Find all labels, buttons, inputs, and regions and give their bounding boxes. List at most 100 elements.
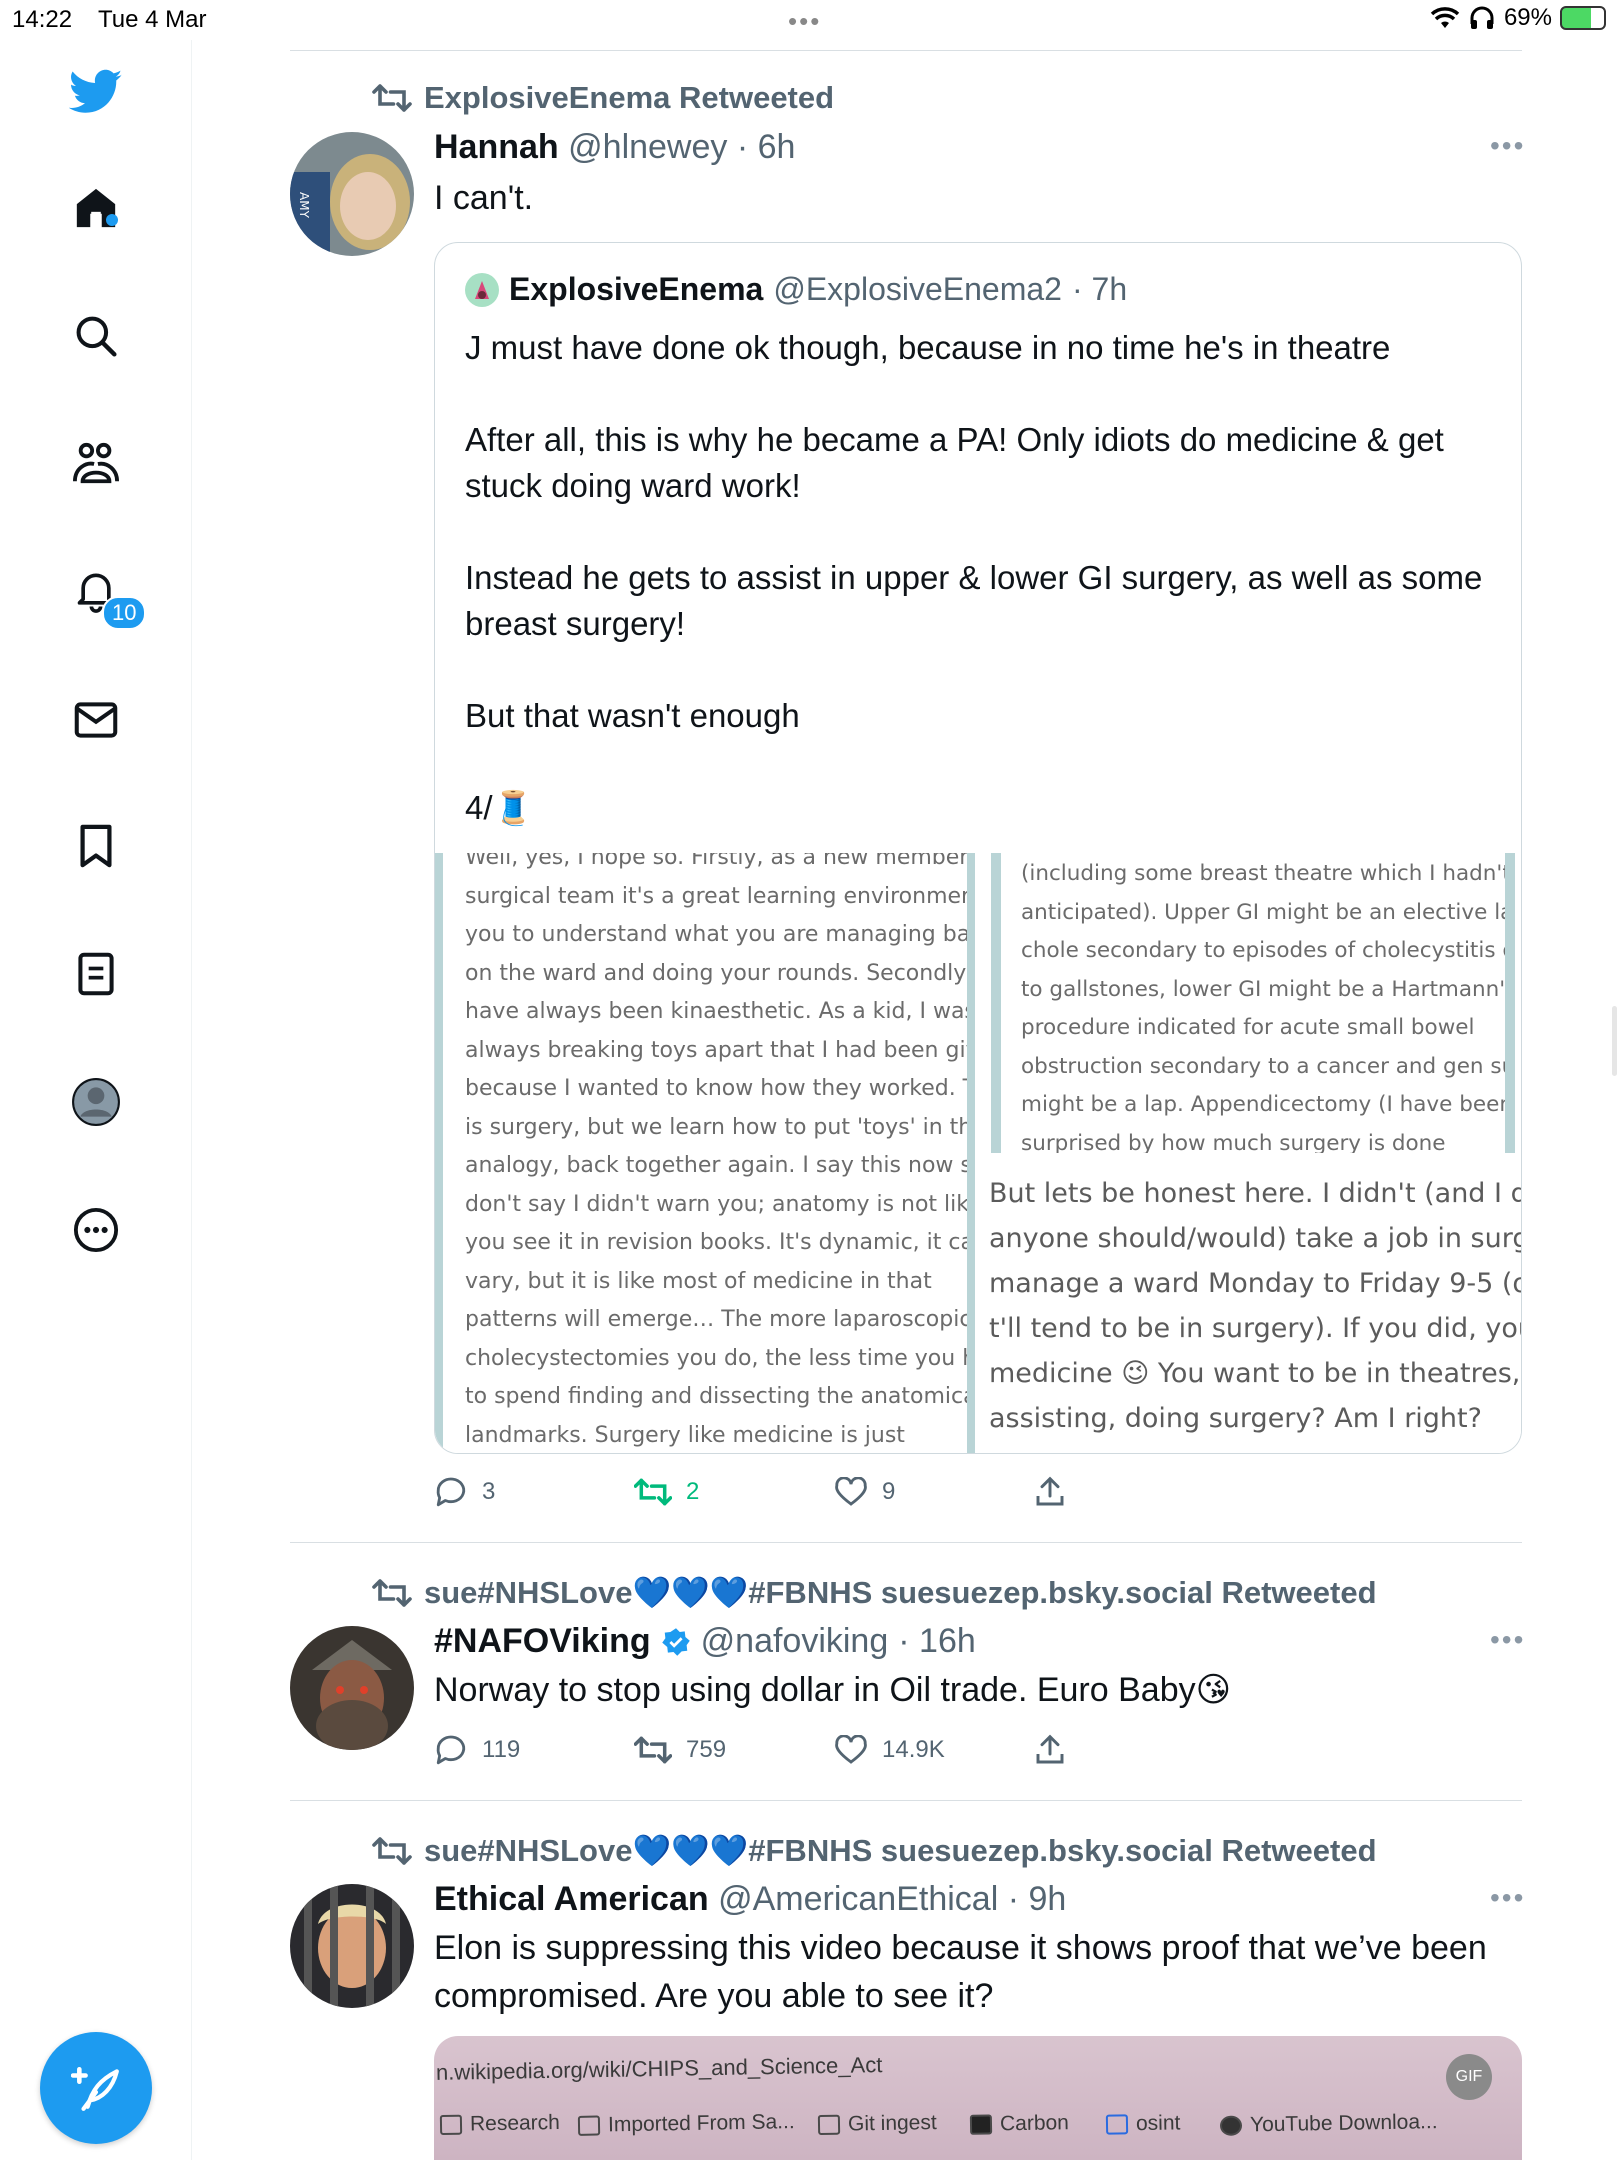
- author-name[interactable]: #NAFOViking: [434, 1622, 651, 1661]
- quote-images[interactable]: Well, yes, I hope so. Firstly, as a new …: [435, 853, 1521, 1453]
- more-options-icon[interactable]: [68, 1202, 124, 1258]
- lists-icon[interactable]: [68, 946, 124, 1002]
- retweet-icon: [372, 84, 412, 112]
- quote-header: ExplosiveEnema @ExplosiveEnema2 · 7h: [465, 271, 1127, 308]
- image-right-bottom: But lets be honest here. I didn't (and I…: [979, 1171, 1521, 1441]
- retweet-label: sue#NHSLove💙💙💙#FBNHS suesuezep.bsky.soci…: [424, 1833, 1377, 1868]
- image-text-line: anyone should/would) take a job in surge…: [989, 1223, 1521, 1254]
- reply-button[interactable]: 119: [434, 1734, 634, 1766]
- tweet-media-video[interactable]: n.wikipedia.org/wiki/CHIPS_and_Science_A…: [434, 2036, 1522, 2160]
- avatar[interactable]: [290, 1626, 414, 1750]
- more-icon[interactable]: •••: [1490, 1624, 1525, 1656]
- compose-feather-icon: [71, 2066, 119, 2111]
- communities-icon[interactable]: [68, 436, 124, 492]
- tweet-header: Hannah @hlnewey · 6h: [434, 128, 795, 167]
- tweet-divider: [290, 1800, 1522, 1801]
- like-count: 9: [882, 1478, 896, 1505]
- status-date: Tue 4 Mar: [98, 6, 207, 33]
- image-text-line: manage a ward Monday to Friday 9-5 (or 8…: [989, 1268, 1521, 1299]
- image-text-line: because I wanted to know how they worked…: [465, 1076, 975, 1101]
- image-text-line: procedure indicated for acute small bowe…: [1021, 1015, 1475, 1040]
- image-text-line: analogy, back together again. I say this…: [465, 1153, 975, 1178]
- search-icon[interactable]: [68, 308, 124, 364]
- bookmark-item: Git ingest: [817, 2111, 937, 2137]
- home-icon[interactable]: [68, 180, 124, 236]
- headphones-icon: [1470, 6, 1494, 29]
- compose-tweet-button[interactable]: [40, 2032, 152, 2144]
- quote-image-left[interactable]: Well, yes, I hope so. Firstly, as a new …: [435, 853, 975, 1453]
- image-text-line: to spend finding and dissecting the anat…: [465, 1384, 975, 1409]
- heart-icon: [835, 1477, 867, 1506]
- image-text-line: you see it in revision books. It's dynam…: [465, 1230, 975, 1255]
- bookmark-item: osint: [1105, 2111, 1181, 2136]
- quote-author-handle[interactable]: @ExplosiveEnema2: [773, 271, 1062, 308]
- tweet-header: Ethical American @AmericanEthical · 9h: [434, 1880, 1066, 1919]
- tweet-actions: 119 759 14.9K: [434, 1734, 1234, 1766]
- scrollbar[interactable]: [1612, 1006, 1617, 1076]
- tweet-time[interactable]: · 9h: [1008, 1880, 1067, 1918]
- image-text-line: have always been kinaesthetic. As a kid,…: [465, 999, 975, 1024]
- gif-badge-icon[interactable]: GIF: [1446, 2054, 1492, 2100]
- like-button[interactable]: 9: [834, 1476, 1034, 1508]
- share-button[interactable]: [1034, 1734, 1234, 1766]
- image-text-line: t'll tend to be in surgery). If you did,…: [989, 1313, 1521, 1344]
- retweet-icon: [634, 1478, 672, 1506]
- avatar[interactable]: AMY: [290, 132, 414, 256]
- twitter-logo-icon[interactable]: [68, 64, 124, 120]
- multitasking-dots[interactable]: •••: [788, 6, 821, 37]
- share-button[interactable]: [1034, 1476, 1234, 1508]
- author-handle[interactable]: @nafoviking: [701, 1622, 889, 1661]
- tweet-time[interactable]: · 16h: [898, 1622, 976, 1661]
- tweet-header: #NAFOViking @nafoviking · 16h: [434, 1622, 976, 1661]
- more-icon[interactable]: •••: [1490, 130, 1525, 162]
- like-button[interactable]: 14.9K: [834, 1734, 1034, 1766]
- image-text-line: don't say I didn't warn you; anatomy is …: [465, 1191, 975, 1217]
- retweet-button[interactable]: 759: [634, 1734, 834, 1766]
- avatar[interactable]: [290, 1884, 414, 2008]
- author-handle[interactable]: @AmericanEthical: [718, 1880, 998, 1918]
- image-text-line: (including some breast theatre which I h…: [1021, 861, 1511, 886]
- share-icon: [1036, 1734, 1064, 1764]
- sidebar: 10: [0, 40, 192, 2160]
- tweet-text: I can't.: [434, 179, 534, 217]
- image-text-line: to gallstones, lower GI might be a Hartm…: [1021, 976, 1515, 1002]
- tweet-actions: 3 2 9: [434, 1476, 1234, 1508]
- quote-author-name[interactable]: ExplosiveEnema: [509, 271, 763, 308]
- image-left-text: Well, yes, I hope so. Firstly, as a new …: [443, 853, 975, 1453]
- image-right-top: (including some breast theatre which I h…: [991, 853, 1515, 1153]
- svg-text:AMY: AMY: [297, 192, 311, 219]
- retweet-label: ExplosiveEnema Retweeted: [424, 80, 835, 115]
- reply-icon: [436, 1477, 466, 1507]
- reply-icon: [436, 1735, 466, 1765]
- status-right: 69%: [1430, 4, 1606, 32]
- image-text-line: landmarks. Surgery like medicine is just: [465, 1422, 905, 1448]
- author-name[interactable]: Hannah: [434, 128, 559, 166]
- retweet-icon: [372, 1578, 412, 1607]
- battery-icon: [1560, 6, 1606, 30]
- more-icon[interactable]: •••: [1490, 1882, 1525, 1914]
- image-text-line: assisting, doing surgery? Am I right?: [989, 1403, 1482, 1434]
- messages-icon[interactable]: [68, 692, 124, 748]
- image-text-line: on the ward and doing your rounds. Secon…: [465, 960, 975, 986]
- image-text-line: vary, but it is like most of medicine in…: [465, 1268, 932, 1294]
- reply-count: 3: [482, 1478, 496, 1505]
- reply-button[interactable]: 3: [434, 1476, 634, 1508]
- bookmarks-icon[interactable]: [68, 818, 124, 874]
- share-icon: [1036, 1476, 1064, 1506]
- retweet-button[interactable]: 2: [634, 1476, 834, 1508]
- battery-percent: 69%: [1503, 4, 1552, 31]
- quoted-tweet[interactable]: ExplosiveEnema @ExplosiveEnema2 · 7h J m…: [434, 242, 1522, 1454]
- quote-image-right[interactable]: (including some breast theatre which I h…: [979, 853, 1521, 1453]
- tweet-time[interactable]: · 6h: [737, 128, 796, 166]
- image-text-line: surprised by how much surgery is done: [1021, 1130, 1446, 1154]
- image-text-line: chole secondary to episodes of cholecyst…: [1021, 938, 1515, 963]
- bookmark-item: Carbon: [969, 2111, 1069, 2137]
- image-text-line: you to understand what you are managing …: [465, 922, 975, 947]
- author-name[interactable]: Ethical American: [434, 1880, 709, 1918]
- author-handle[interactable]: @hlnewey: [568, 128, 727, 166]
- heart-icon: [835, 1735, 867, 1764]
- verified-badge-icon: [661, 1627, 690, 1656]
- retweet-line: sue#NHSLove💙💙💙#FBNHS suesuezep.bsky.soci…: [372, 1832, 1377, 1869]
- image-text-line: patterns will emerge… The more laparosco…: [465, 1307, 972, 1332]
- profile-avatar-icon[interactable]: [68, 1074, 124, 1130]
